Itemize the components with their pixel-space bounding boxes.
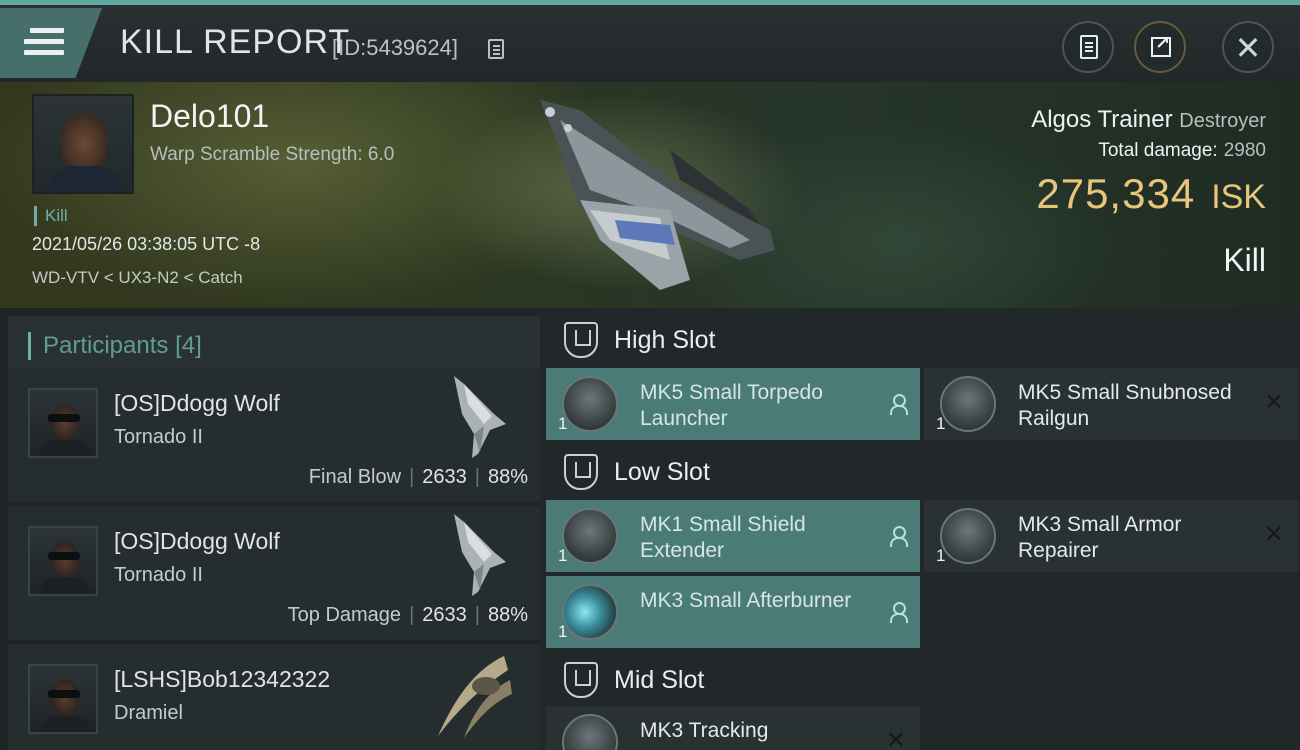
participants-header: Participants [4] [8, 316, 540, 374]
participant-card[interactable]: [LSHS]Bob12342322 Dramiel [8, 644, 540, 750]
low-slot-icon [564, 454, 598, 490]
module-name: MK5 Small Torpedo Launcher [640, 381, 823, 430]
participant-name: [LSHS]Bob12342322 [114, 666, 331, 692]
high-slot-header: High Slot [546, 310, 1300, 368]
module-item[interactable]: 1 MK3 Small Armor Repairer ✕ [924, 500, 1298, 572]
participants-title: Participants [4] [28, 332, 202, 360]
destroyer-ship-image [540, 100, 775, 290]
kill-tag: Kill [34, 206, 68, 226]
report-id: [ID:5439624] [332, 35, 458, 60]
destroyed-x-icon: ✕ [885, 727, 906, 750]
destroyed-x-icon: ✕ [1263, 389, 1284, 416]
participant-stats: Final Blow | 2633 | 88% [308, 466, 528, 488]
participant-damage: 2633 [422, 604, 467, 626]
module-qty: 1 [936, 414, 946, 433]
share-icon [1151, 33, 1171, 57]
victim-summary: Delo101 Warp Scramble Strength: 6.0 Kill… [0, 82, 1300, 308]
module-name: MK1 Small Shield Extender [640, 513, 806, 562]
participant-ship: Dramiel [114, 702, 183, 724]
participants-count: [4] [175, 332, 202, 359]
share-button[interactable] [1134, 21, 1186, 73]
high-slot-title: High Slot [614, 326, 716, 354]
page-title: KILL REPORT [120, 23, 351, 61]
participant-percent: 88% [487, 466, 528, 488]
notes-button[interactable] [1062, 21, 1114, 73]
tornado-ship-icon [454, 514, 506, 596]
isk-value: 275,334 [1036, 170, 1196, 217]
module-qty: 1 [558, 546, 568, 565]
participant-ship: Tornado II [114, 426, 203, 448]
isk-value-line: 275,334 ISK [1036, 170, 1266, 218]
victim-avatar[interactable] [32, 94, 134, 194]
mid-slot-icon [564, 662, 598, 698]
participant-stats: Top Damage | 2633 | 88% [287, 604, 528, 626]
torpedo-launcher-icon [562, 376, 618, 432]
participant-name: [OS]Ddogg Wolf [114, 528, 280, 554]
outcome-label: Kill [1223, 242, 1266, 278]
participant-damage: 2633 [422, 466, 467, 488]
afterburner-icon [562, 584, 618, 640]
close-icon: ✕ [1234, 30, 1262, 66]
tracking-computer-icon [562, 714, 618, 750]
menu-icon [24, 28, 64, 56]
isk-unit: ISK [1211, 178, 1266, 216]
destroyed-x-icon: ✕ [1263, 521, 1284, 548]
module-name: MK3 Small Afterburner [640, 589, 852, 612]
victim-ship[interactable]: Algos Trainer Destroyer [1031, 106, 1266, 134]
participant-card[interactable]: [OS]Ddogg Wolf Tornado II Final Blow | 263… [8, 368, 540, 502]
kill-timestamp: 2021/05/26 03:38:05 UTC -8 [32, 234, 261, 254]
participant-percent: 88% [487, 604, 528, 626]
module-name: MK5 Small Snubnosed Railgun [1018, 381, 1232, 430]
fitted-person-icon [890, 394, 908, 415]
participant-name: [OS]Ddogg Wolf [114, 390, 280, 416]
module-item[interactable]: 1 MK3 Tracking ✕ [546, 706, 920, 750]
tornado-ship-icon [454, 376, 506, 458]
warp-scramble-strength: Warp Scramble Strength: 6.0 [150, 144, 395, 165]
total-damage: Total damage: 2980 [1098, 140, 1266, 162]
header-bar: KILL REPORT [ID:5439624] ✕ [0, 0, 1300, 82]
participant-ship: Tornado II [114, 564, 203, 586]
module-item[interactable]: 1 MK1 Small Shield Extender [546, 500, 920, 572]
participant-role: Final Blow [308, 466, 402, 488]
fitting-panel: High Slot 1 MK5 Small Torpedo Launcher 1… [540, 308, 1300, 750]
copy-icon[interactable] [488, 39, 504, 59]
module-qty: 1 [558, 622, 568, 641]
module-name: MK3 Tracking [640, 719, 769, 742]
total-damage-label: Total damage: [1098, 140, 1218, 161]
mid-slot-header: Mid Slot [546, 650, 1300, 708]
high-slot-icon [564, 322, 598, 358]
clipboard-icon [1080, 35, 1098, 59]
participant-avatar[interactable] [28, 388, 98, 458]
armor-repairer-icon [940, 508, 996, 564]
ship-class-text: Destroyer [1179, 110, 1266, 132]
module-item[interactable]: 1 MK5 Small Torpedo Launcher [546, 368, 920, 440]
close-button[interactable]: ✕ [1222, 21, 1274, 73]
participant-card[interactable]: [OS]Ddogg Wolf Tornado II Top Damage | 263… [8, 506, 540, 640]
module-item[interactable]: 1 MK3 Small Afterburner [546, 576, 920, 648]
fitted-person-icon [890, 526, 908, 547]
railgun-icon [940, 376, 996, 432]
module-item[interactable]: 1 MK5 Small Snubnosed Railgun ✕ [924, 368, 1298, 440]
menu-button[interactable] [0, 8, 102, 78]
participant-avatar[interactable] [28, 664, 98, 734]
mid-slot-title: Mid Slot [614, 666, 705, 694]
low-slot-header: Low Slot [546, 442, 1300, 500]
shield-extender-icon [562, 508, 618, 564]
module-name: MK3 Small Armor Repairer [1018, 513, 1182, 562]
ship-name-text: Algos Trainer [1031, 106, 1173, 133]
kill-location[interactable]: WD-VTV < UX3-N2 < Catch [32, 268, 243, 288]
victim-name[interactable]: Delo101 [150, 98, 269, 135]
participants-panel: Participants [4] [OS]Ddogg Wolf Tornado … [0, 308, 540, 750]
dramiel-ship-icon [438, 656, 512, 738]
module-qty: 1 [936, 546, 946, 565]
participant-avatar[interactable] [28, 526, 98, 596]
participant-role: Top Damage [287, 604, 402, 626]
fitted-person-icon [890, 602, 908, 623]
total-damage-value: 2980 [1223, 140, 1266, 161]
low-slot-title: Low Slot [614, 458, 710, 486]
module-qty: 1 [558, 414, 568, 433]
